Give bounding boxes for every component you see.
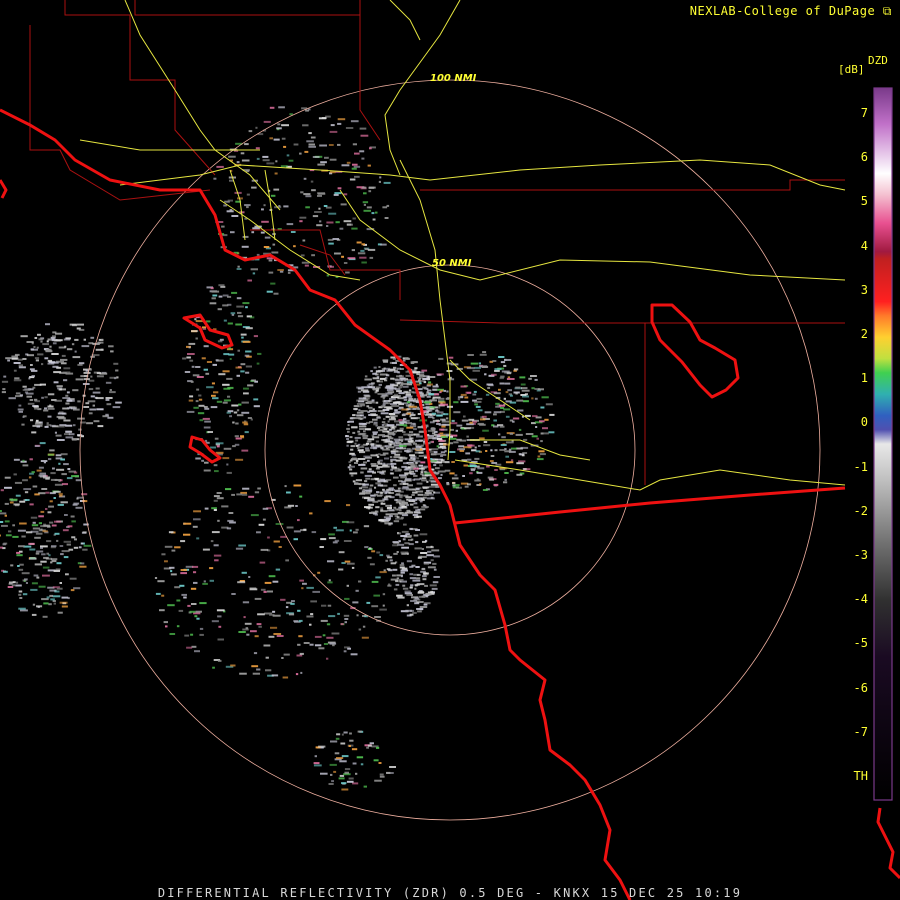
colorbar-tick-label: 5 [860, 194, 868, 209]
colorbar-tick-label: TH [853, 769, 868, 783]
colorbar-tick-label: 0 [860, 415, 868, 430]
colorbar-tick-label: -7 [853, 724, 868, 739]
colorbar-tick-label: 4 [860, 238, 868, 253]
colorbar-tick-label: -2 [853, 503, 868, 518]
colorbar-tick-label: -3 [853, 548, 868, 562]
product-footer: DIFFERENTIAL REFLECTIVITY (ZDR) 0.5 DEG … [157, 886, 743, 900]
colorbar-tick-label: 3 [860, 282, 868, 297]
range-ring-label-50nmi: 50 NMI [432, 258, 472, 269]
colorbar-tick-label: -6 [853, 680, 868, 695]
colorbar [873, 87, 893, 801]
colorbar-tick-label: -1 [853, 459, 868, 474]
colorbar-tick-label: 2 [860, 327, 868, 341]
colorbar-tick-label: 7 [860, 106, 868, 120]
range-ring-label-100nmi: 100 NMI [430, 73, 477, 84]
colorbar-tick-label: -5 [853, 636, 868, 651]
credit-label: NEXLAB-College of DuPage ⧉ [689, 4, 892, 18]
colorbar-tick-label: -4 [853, 592, 868, 607]
nexlab-logo-icon: ⧉ [882, 4, 892, 18]
radar-map [0, 0, 900, 900]
colorbar-tick-label: 1 [860, 371, 868, 386]
colorbar-tick-label: 6 [860, 150, 868, 165]
colorbar-unit: [dB] [838, 63, 865, 76]
colorbar-product-code: DZD [868, 54, 888, 67]
